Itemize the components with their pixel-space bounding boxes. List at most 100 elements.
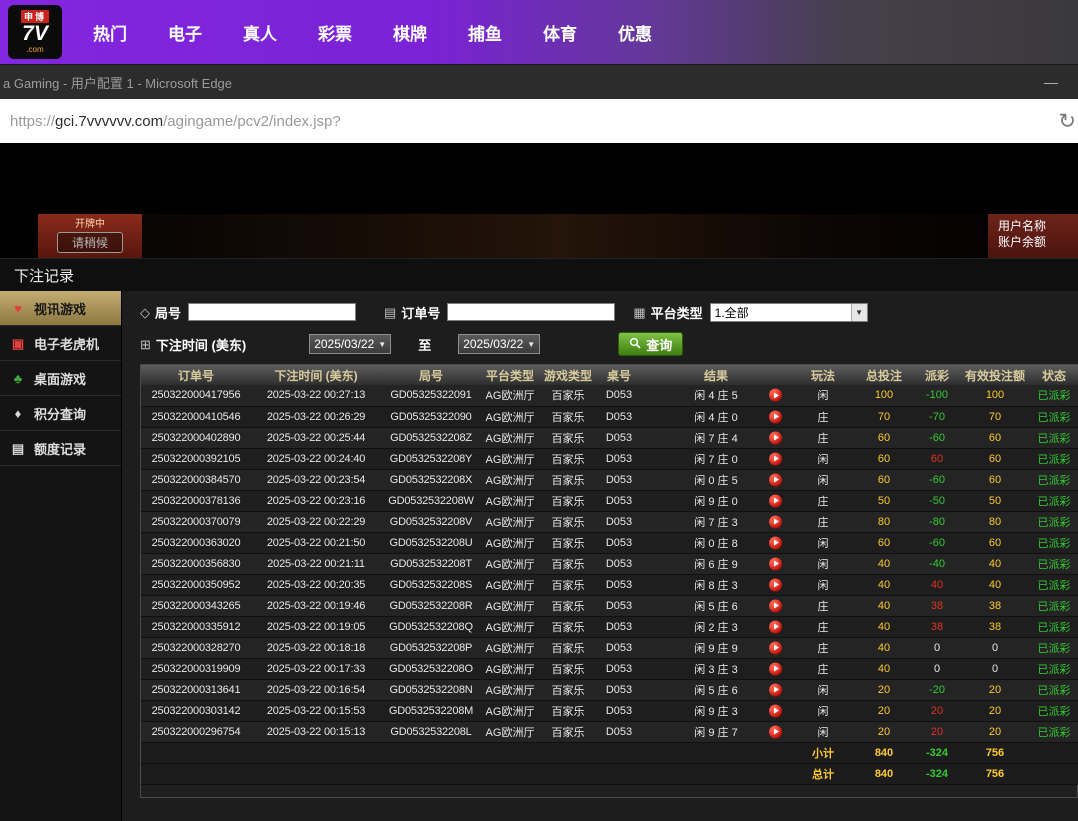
- search-button[interactable]: 查询: [618, 332, 683, 356]
- order-number-input[interactable]: [447, 303, 615, 321]
- cell-table-number: D053: [597, 490, 641, 511]
- column-header: 下注时间 (美东): [251, 365, 381, 385]
- date-from-dropdown[interactable]: 2025/03/22 ▼: [309, 334, 391, 354]
- subtotal-row: 小计 840 -324 756: [141, 742, 1078, 763]
- result-text: 闲 3 庄 3: [694, 661, 737, 677]
- topnav-item[interactable]: 棋牌: [393, 20, 427, 45]
- refresh-icon[interactable]: ↻: [1058, 111, 1076, 132]
- topnav-item[interactable]: 电子: [168, 20, 202, 45]
- replay-play-button[interactable]: [769, 683, 782, 696]
- replay-play-button[interactable]: [769, 578, 782, 591]
- replay-play-button[interactable]: [769, 452, 782, 465]
- records-panel: 局号 订单号 平台类型 1.全部 ▼ 下注时间 (美东): [122, 291, 1078, 821]
- replay-play-button[interactable]: [769, 725, 782, 738]
- cell-round-number: GD0532532208W: [381, 490, 481, 511]
- browser-urlbar[interactable]: https://gci.7vvvvvv.com/agingame/pcv2/in…: [0, 99, 1078, 143]
- cell-payout: 38: [913, 616, 961, 637]
- round-number-input[interactable]: [188, 303, 356, 321]
- replay-play-button[interactable]: [769, 641, 782, 654]
- cell-result: 闲 4 庄 0: [641, 406, 791, 427]
- result-text: 闲 9 庄 9: [694, 640, 737, 656]
- sidebar-item-credit-records[interactable]: ▤额度记录: [0, 431, 121, 466]
- date-from-value: 2025/03/22: [314, 337, 374, 351]
- url-scheme: https://: [10, 113, 55, 130]
- cell-result: 闲 5 庄 6: [641, 595, 791, 616]
- result-text: 闲 4 庄 5: [694, 387, 737, 403]
- cell-valid-bet: 50: [961, 490, 1029, 511]
- replay-play-button[interactable]: [769, 620, 782, 633]
- result-text: 闲 2 庄 3: [694, 619, 737, 635]
- cell-valid-bet: 60: [961, 448, 1029, 469]
- replay-play-button[interactable]: [769, 473, 782, 486]
- cell-result: 闲 9 庄 7: [641, 721, 791, 742]
- replay-play-button[interactable]: [769, 515, 782, 528]
- cell-status: 已派彩: [1029, 553, 1078, 574]
- cell-payout: -60: [913, 427, 961, 448]
- result-text: 闲 9 庄 0: [694, 493, 737, 509]
- cell-platform-type: AG欧洲厅: [481, 637, 539, 658]
- table-row: 2503220003136412025-03-22 00:16:54GD0532…: [141, 679, 1078, 700]
- topnav-item[interactable]: 优惠: [618, 20, 652, 45]
- replay-play-button[interactable]: [769, 536, 782, 549]
- replay-play-button[interactable]: [769, 599, 782, 612]
- cell-play-type: 庄: [791, 406, 855, 427]
- cell-platform-type: AG欧洲厅: [481, 532, 539, 553]
- cell-valid-bet: 100: [961, 385, 1029, 406]
- total-total-bet: 840: [855, 763, 913, 784]
- site-logo[interactable]: 申博 7V .com: [8, 5, 62, 59]
- result-text: 闲 0 庄 5: [694, 472, 737, 488]
- cell-game-type: 百家乐: [539, 595, 597, 616]
- table-row: 2503220003700792025-03-22 00:22:29GD0532…: [141, 511, 1078, 532]
- topnav-item[interactable]: 彩票: [318, 20, 352, 45]
- result-wrap: 闲 5 庄 6: [641, 680, 791, 700]
- cell-status: 已派彩: [1029, 637, 1078, 658]
- topnav-item[interactable]: 捕鱼: [468, 20, 502, 45]
- round-number-label: 局号: [155, 303, 181, 322]
- please-wait-button[interactable]: 请稍候: [57, 232, 123, 253]
- topnav-item[interactable]: 体育: [543, 20, 577, 45]
- cell-total-bet: 40: [855, 553, 913, 574]
- cell-platform-type: AG欧洲厅: [481, 448, 539, 469]
- topnav-item[interactable]: 真人: [243, 20, 277, 45]
- table-row: 2503220003568302025-03-22 00:21:11GD0532…: [141, 553, 1078, 574]
- replay-play-button[interactable]: [769, 704, 782, 717]
- cell-total-bet: 40: [855, 574, 913, 595]
- sidebar-item-points-query[interactable]: ♦积分查询: [0, 396, 121, 431]
- cell-result: 闲 7 庄 0: [641, 448, 791, 469]
- cell-payout: -50: [913, 490, 961, 511]
- chevron-down-icon[interactable]: ▼: [851, 304, 867, 321]
- cell-status: 已派彩: [1029, 469, 1078, 490]
- cell-round-number: GD0532532208P: [381, 637, 481, 658]
- date-to-dropdown[interactable]: 2025/03/22 ▼: [458, 334, 540, 354]
- cell-play-type: 闲: [791, 385, 855, 406]
- cell-bet-time: 2025-03-22 00:20:35: [251, 574, 381, 595]
- replay-play-button[interactable]: [769, 494, 782, 507]
- replay-play-button[interactable]: [769, 410, 782, 423]
- cell-round-number: GD0532532208N: [381, 679, 481, 700]
- minimize-button[interactable]: —: [1034, 65, 1068, 99]
- platform-selected-value: 1.全部: [715, 304, 749, 321]
- replay-play-button[interactable]: [769, 389, 782, 402]
- cell-game-type: 百家乐: [539, 616, 597, 637]
- sidebar-item-table-games[interactable]: ♣桌面游戏: [0, 361, 121, 396]
- platform-type-select[interactable]: 1.全部 ▼: [710, 303, 868, 322]
- sidebar-item-slot-machines[interactable]: ▣电子老虎机: [0, 326, 121, 361]
- sidebar-item-live-video-games[interactable]: ♥视讯游戏: [0, 291, 121, 326]
- cell-round-number: GD0532532208U: [381, 532, 481, 553]
- cell-valid-bet: 38: [961, 616, 1029, 637]
- result-wrap: 闲 9 庄 7: [641, 722, 791, 742]
- replay-play-button[interactable]: [769, 431, 782, 444]
- url-text[interactable]: https://gci.7vvvvvv.com/agingame/pcv2/in…: [0, 113, 341, 130]
- total-payout: -324: [913, 763, 961, 784]
- cell-play-type: 闲: [791, 721, 855, 742]
- result-wrap: 闲 4 庄 5: [641, 385, 791, 406]
- total-row: 总计 840 -324 756: [141, 763, 1078, 784]
- cell-total-bet: 60: [855, 469, 913, 490]
- topnav-item[interactable]: 热门: [93, 20, 127, 45]
- date-range-to-label: 至: [418, 335, 431, 354]
- replay-play-button[interactable]: [769, 557, 782, 570]
- result-wrap: 闲 7 庄 3: [641, 512, 791, 532]
- result-wrap: 闲 7 庄 0: [641, 449, 791, 469]
- replay-play-button[interactable]: [769, 662, 782, 675]
- result-text: 闲 7 庄 3: [694, 514, 737, 530]
